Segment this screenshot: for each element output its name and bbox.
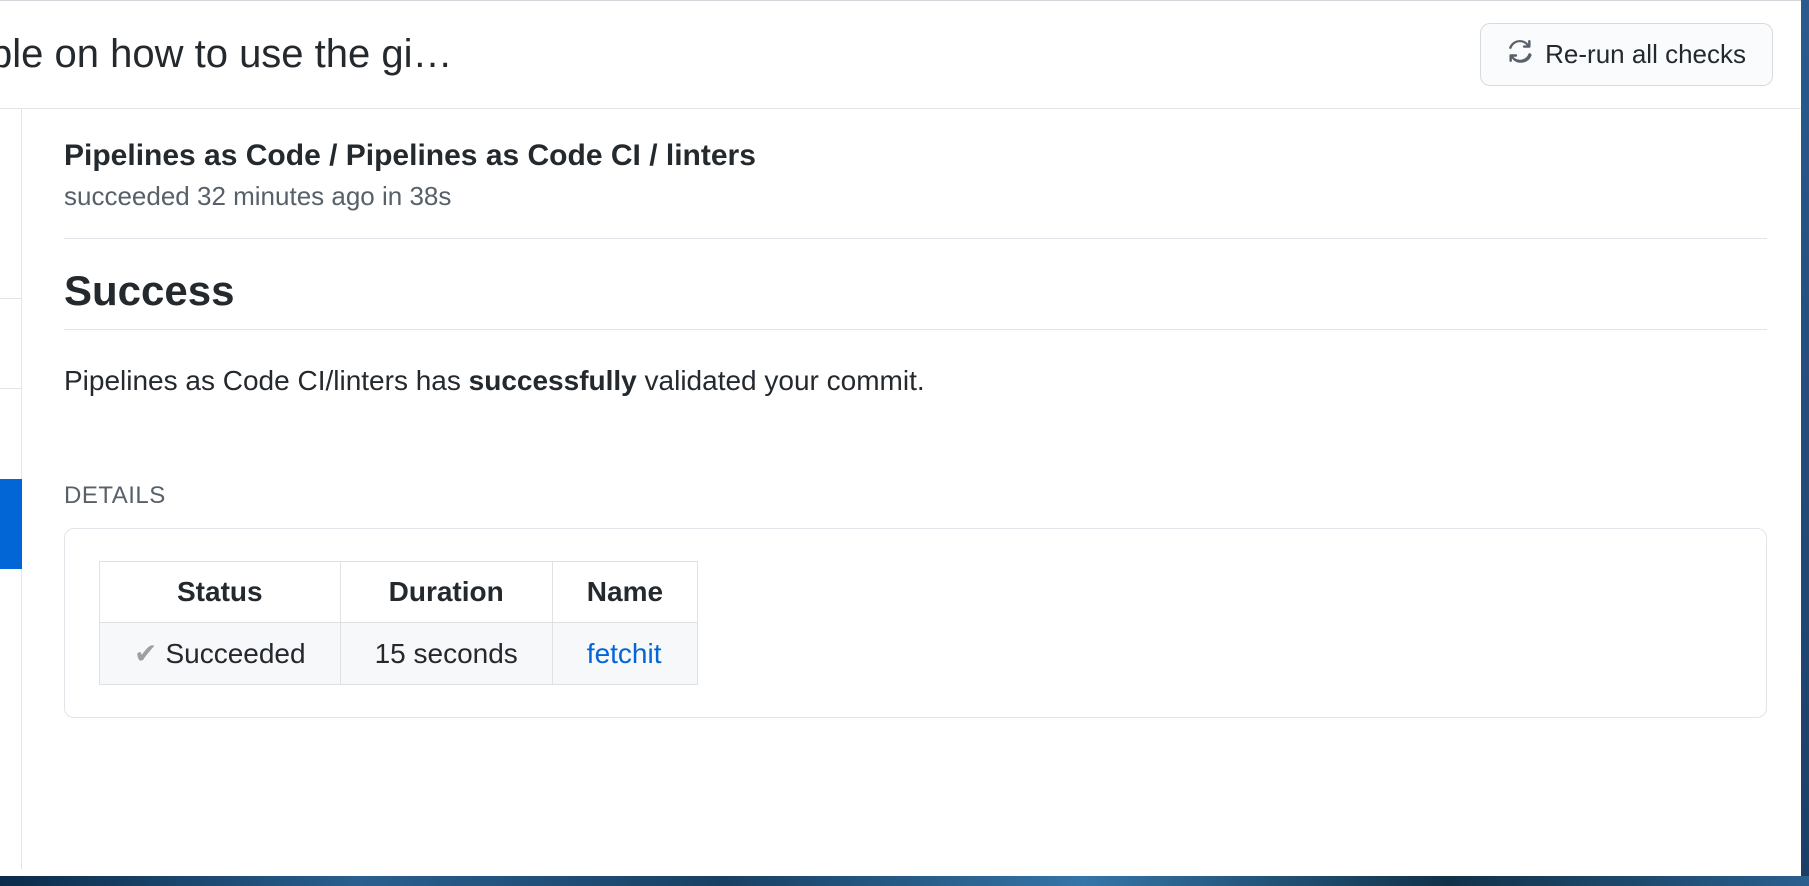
rerun-button-label: Re-run all checks bbox=[1545, 39, 1746, 70]
sidebar-active-indicator bbox=[0, 479, 22, 569]
window-right-edge bbox=[1801, 0, 1809, 886]
check-breadcrumb: Pipelines as Code / Pipelines as Code CI… bbox=[64, 139, 1767, 173]
col-name: Name bbox=[552, 562, 697, 623]
sync-icon bbox=[1507, 38, 1533, 71]
rerun-all-checks-button[interactable]: Re-run all checks bbox=[1480, 23, 1773, 86]
checkmark-icon: ✔ bbox=[134, 638, 157, 669]
window-bottom-edge bbox=[0, 876, 1809, 886]
details-box: Status Duration Name ✔ Succeeded 15 secon… bbox=[64, 528, 1767, 718]
summary-suffix: validated your commit. bbox=[637, 365, 925, 396]
summary-text: Pipelines as Code CI/linters has success… bbox=[64, 360, 1767, 402]
header-row: ple on how to use the gi… Re-run all che… bbox=[0, 1, 1809, 109]
summary-prefix: Pipelines as Code CI/linters has bbox=[64, 365, 469, 396]
check-status-line: succeeded 32 minutes ago in 38s bbox=[64, 181, 1767, 212]
details-table: Status Duration Name ✔ Succeeded 15 secon… bbox=[99, 561, 698, 685]
row-status: Succeeded bbox=[165, 638, 305, 669]
check-content: Pipelines as Code / Pipelines as Code CI… bbox=[22, 109, 1809, 869]
summary-strong: successfully bbox=[469, 365, 637, 396]
row-name-link[interactable]: fetchit bbox=[587, 638, 662, 669]
col-status: Status bbox=[100, 562, 341, 623]
sidebar-strip bbox=[0, 109, 22, 869]
page-title: ple on how to use the gi… bbox=[0, 32, 453, 77]
table-row: ✔ Succeeded 15 seconds fetchit bbox=[100, 623, 698, 685]
col-duration: Duration bbox=[340, 562, 552, 623]
details-label: DETAILS bbox=[64, 482, 1767, 510]
row-duration: 15 seconds bbox=[340, 623, 552, 685]
success-heading: Success bbox=[64, 267, 1767, 315]
